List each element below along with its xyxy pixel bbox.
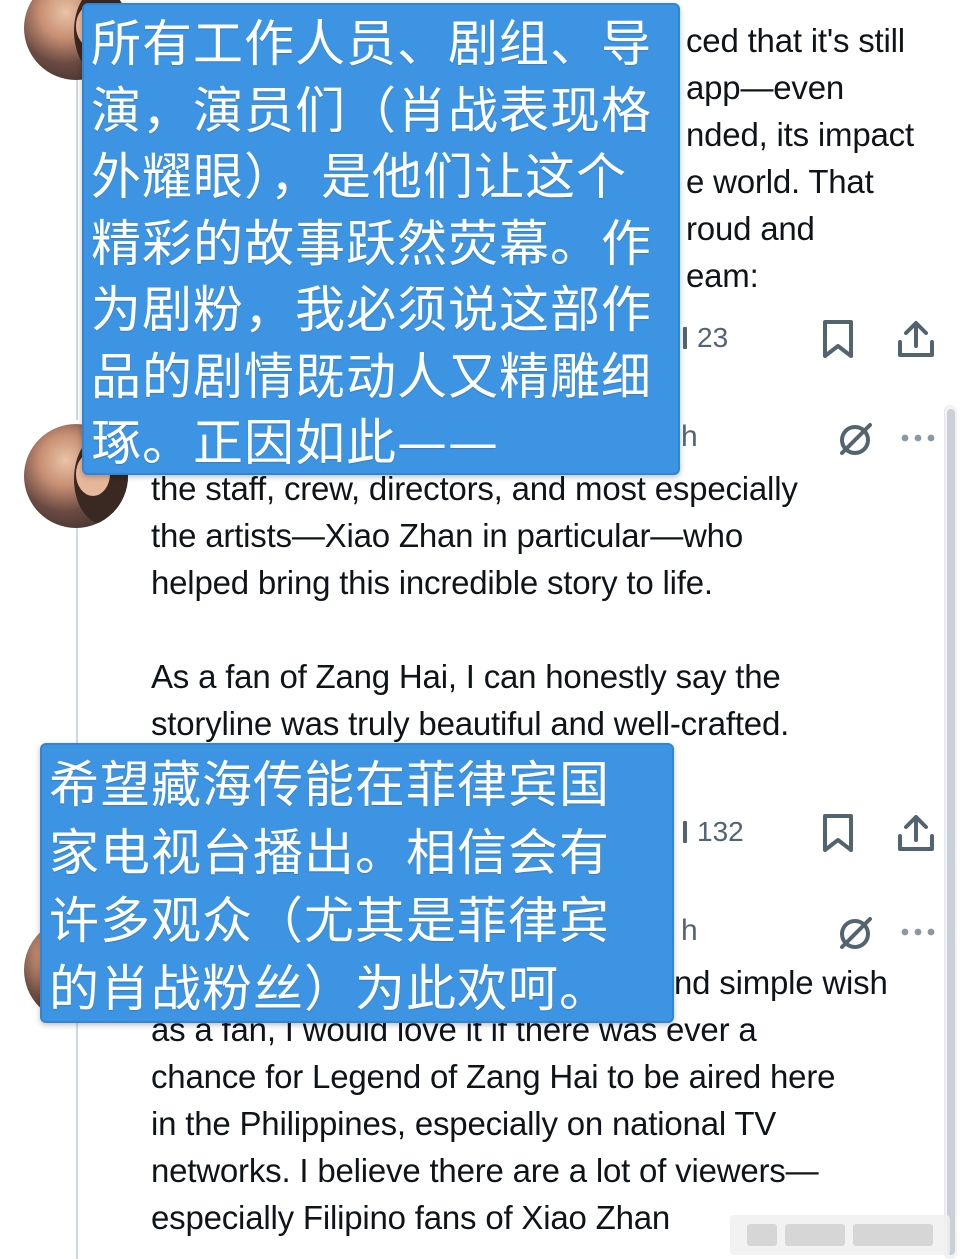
thread-line [76,1000,78,1259]
overlay-line: 品的剧情既动人又精雕细 [91,347,652,406]
overlay-line: 希望藏海传能在菲律宾国 [49,756,610,814]
translation-overlay: 所有工作人员、剧组、导 演，演员们（肖战表现格 外耀眼），是他们让这个 精彩的故… [82,3,680,475]
tweet-text-line: in the Philippines, especially on nation… [151,1105,777,1142]
more-icon [901,434,935,442]
tweet-1-text: ced that it's still app—even nded, its i… [686,17,946,299]
timestamp-fragment: h [681,914,698,947]
overlay-line: 演，演员们（肖战表现格 [91,81,652,140]
reply-bar-icon [683,327,687,349]
grok-button[interactable] [836,913,876,953]
overlay-line: 外耀眼），是他们让这个 [91,148,627,206]
screenshot-canvas: ced that it's still app—even nded, its i… [0,0,960,1259]
tweet-text-line: storyline was truly beautiful and well-c… [151,705,790,742]
tweet-text-line: chance for Legend of Zang Hai to be aire… [151,1058,836,1095]
reply-count-action[interactable]: 23 [683,322,728,354]
share-button[interactable] [896,318,936,360]
tweet-text-line: e world. That [686,163,874,200]
tweet-2-text: the staff, crew, directors, and most esp… [151,465,941,747]
overlay-line: 精彩的故事跃然荧幕。作 [91,214,652,273]
tweet-text-line: app—even [686,69,845,106]
bookmark-button[interactable] [820,318,856,360]
overlay-line: 所有工作人员、剧组、导 [91,15,652,73]
grok-button[interactable] [836,419,876,459]
reply-count: 132 [697,816,744,847]
overlay-line: 许多观众（尤其是菲律宾 [49,892,610,950]
grok-icon [840,917,872,949]
scrollbar-thumb[interactable] [947,409,955,1255]
scrollbar[interactable] [944,405,957,1259]
reply-count-action[interactable]: 132 [683,816,744,848]
reply-bar-icon [683,821,687,843]
overlay-line: 琢。正因如此—— [91,414,499,472]
bookmark-icon [823,320,853,358]
tweet-text-line: helped bring this incredible story to li… [151,564,713,601]
tweet-text-line: networks. I believe there are a lot of v… [151,1152,819,1189]
share-icon [898,321,934,357]
reply-count: 23 [697,322,729,353]
overlay-line: 的肖战粉丝）为此欢呵。 [49,960,610,1018]
share-icon [898,815,934,851]
overlay-line: 为剧粉，我必须说这部作 [91,281,652,339]
share-button[interactable] [896,812,936,854]
more-icon [901,928,935,936]
tweet-text-line: ced that it's still [686,22,905,59]
tweet-text-line: eam: [686,257,759,294]
tweet-text-line: As a fan of Zang Hai, I can honestly say… [151,658,781,695]
more-options-button[interactable] [900,926,936,938]
overlay-line: 家电视台播出。相信会有 [49,824,610,882]
tweet-text-line: nded, its impact [686,116,914,153]
tweet-text-line: the artists—Xiao Zhan in particular—who [151,517,743,554]
translation-overlay: 希望藏海传能在菲律宾国 家电视台播出。相信会有 许多观众（尤其是菲律宾 的肖战粉… [40,743,674,1023]
watermark [730,1215,950,1255]
thread-line [76,80,78,420]
more-options-button[interactable] [900,432,936,444]
bookmark-button[interactable] [820,812,856,854]
tweet-text-line: roud and [686,210,815,247]
bookmark-icon [823,814,853,852]
grok-icon [840,423,872,455]
timestamp-fragment: h [681,420,698,453]
